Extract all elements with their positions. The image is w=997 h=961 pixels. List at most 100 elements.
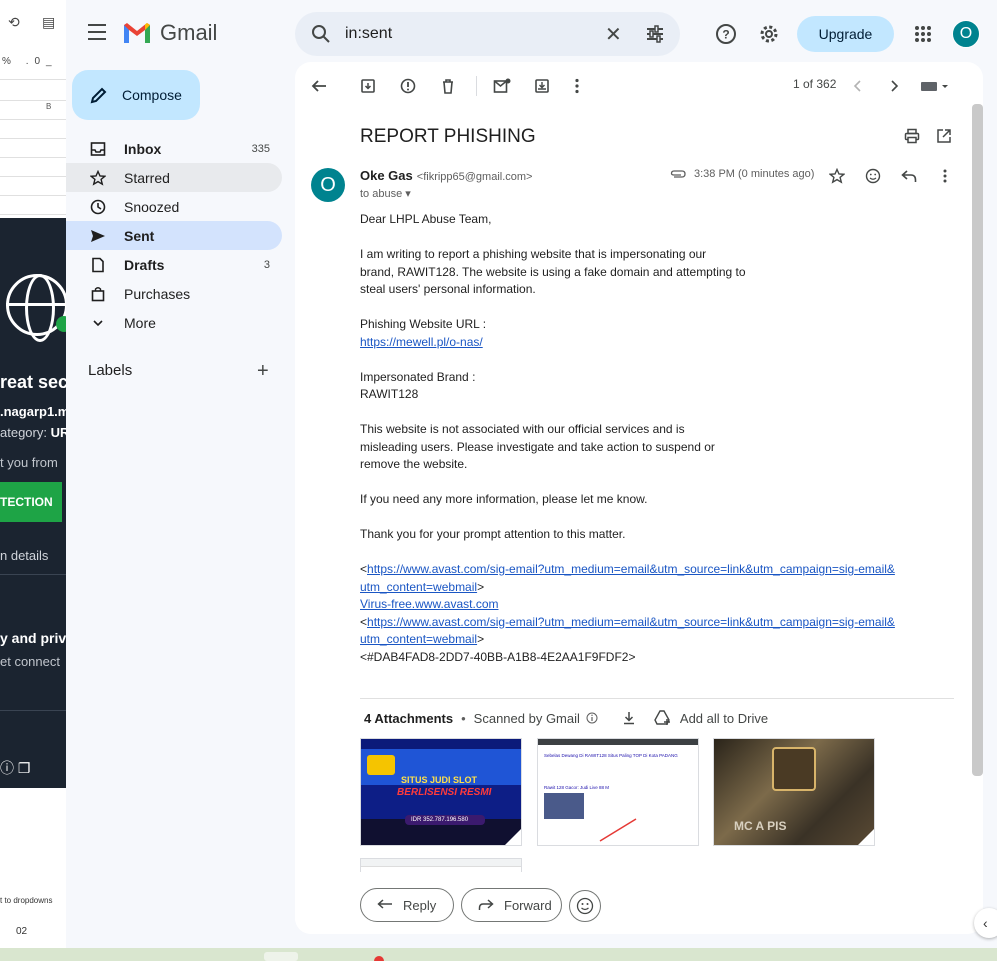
gmail-wordmark: Gmail	[160, 20, 218, 45]
avast-text: t you from	[0, 455, 58, 470]
reply-button[interactable]: Reply	[360, 888, 454, 922]
avast-protection-button[interactable]: TECTION	[0, 482, 62, 522]
scrollbar-thumb[interactable]	[972, 104, 983, 776]
more-vert-icon[interactable]	[935, 166, 955, 186]
sender-name[interactable]: Oke Gas	[360, 168, 413, 183]
sidebar-item-more[interactable]: More	[66, 308, 282, 337]
sidebar-item-sent[interactable]: Sent	[66, 221, 282, 250]
signature-line: <https://www.avast.com/sig-email?utm_med…	[360, 614, 920, 632]
forward-button[interactable]: Forward	[461, 888, 562, 922]
sidebar-item-label: Starred	[124, 169, 170, 186]
body-paragraph: If you need any more information, please…	[360, 492, 648, 506]
sidebar-item-snoozed[interactable]: Snoozed	[66, 192, 282, 221]
zoom-select[interactable]: 02	[16, 926, 27, 937]
delete-trash-icon[interactable]	[438, 76, 458, 96]
phishing-url-link[interactable]: https://mewell.pl/o-nas/	[360, 335, 483, 349]
attachment-thumbnail[interactable]: Sebelas Dewang Di RAWIT128 Situs Paling …	[537, 738, 699, 846]
emoji-reaction-button[interactable]	[569, 890, 601, 922]
inbox-icon	[90, 141, 106, 157]
archive-icon[interactable]	[358, 76, 378, 96]
report-spam-icon[interactable]	[398, 76, 418, 96]
thumb-link: Rawit 128 Gacor: Judi Live 88 M	[544, 785, 610, 790]
bag-icon	[90, 286, 106, 302]
main-menu-icon[interactable]	[88, 24, 106, 42]
avast-signature-link-cont[interactable]: utm_content=webmail	[360, 580, 477, 594]
recipient-line[interactable]: to abuse ▾	[360, 187, 411, 200]
add-to-drive-icon[interactable]	[654, 710, 672, 726]
sender-avatar[interactable]: O	[311, 168, 345, 202]
url-label: Phishing Website URL :	[360, 317, 487, 331]
search-icon[interactable]	[311, 24, 331, 44]
sidebar-item-purchases[interactable]: Purchases	[66, 279, 282, 308]
avast-details-link[interactable]: n details	[0, 548, 48, 563]
gmail-logo[interactable]: Gmail	[122, 20, 217, 46]
sidebar-nav: Inbox 335 Starred Snoozed Sent Drafts 3 …	[66, 134, 282, 337]
thumb-banner: SITUS JUDI SLOT	[401, 775, 478, 785]
search-input[interactable]	[345, 22, 585, 46]
avast-footer-icons: ⓘ ❐	[0, 760, 31, 776]
move-to-icon[interactable]	[532, 76, 552, 96]
add-label-icon[interactable]: +	[257, 360, 269, 383]
search-options-icon[interactable]	[645, 24, 665, 44]
attachment-clip-icon	[670, 170, 686, 178]
dropdowns-hint: t to dropdowns	[0, 896, 53, 905]
send-icon	[90, 228, 106, 244]
thumb-browser-bar	[538, 739, 698, 745]
taskbar-app-icon[interactable]	[374, 956, 384, 961]
reply-icon[interactable]	[899, 166, 919, 186]
help-icon[interactable]: ?	[714, 22, 738, 46]
sidebar-item-inbox[interactable]: Inbox 335	[66, 134, 282, 163]
spreadsheet-footer: t to dropdowns 02	[0, 890, 66, 940]
thumb-frame	[772, 747, 816, 791]
info-icon[interactable]	[586, 712, 598, 724]
bracket-open: <	[360, 562, 368, 576]
newer-chevron-icon[interactable]	[848, 76, 868, 96]
email-body: Dear LHPL Abuse Team, I am writing to re…	[360, 211, 920, 666]
star-icon[interactable]	[827, 166, 847, 186]
settings-gear-icon[interactable]	[757, 22, 781, 46]
page-fold	[857, 828, 874, 845]
reply-label: Reply	[403, 897, 437, 913]
status-dot	[56, 316, 66, 332]
download-all-icon[interactable]	[622, 711, 636, 725]
avast-category: ategory: UR	[0, 425, 66, 440]
sidebar-item-drafts[interactable]: Drafts 3	[66, 250, 282, 279]
mark-unread-icon[interactable]	[492, 76, 512, 96]
account-avatar[interactable]: O	[952, 20, 980, 48]
more-vert-icon[interactable]	[567, 76, 587, 96]
divider	[0, 574, 66, 575]
sidebar-item-starred[interactable]: Starred	[66, 163, 282, 192]
attachment-thumbnail[interactable]: MC A PIS	[713, 738, 875, 846]
brand-value: RAWIT128	[360, 387, 419, 401]
avast-signature-link[interactable]: https://www.avast.com/sig-email?utm_medi…	[367, 562, 895, 576]
print-icon[interactable]	[902, 126, 922, 146]
compose-button[interactable]: Compose	[72, 70, 200, 120]
keyboard-input-icon[interactable]	[919, 76, 951, 96]
divider	[0, 710, 66, 711]
older-chevron-icon[interactable]	[884, 76, 904, 96]
body-paragraph: Thank you for your prompt attention to t…	[360, 527, 626, 541]
open-new-window-icon[interactable]	[934, 126, 954, 146]
caret-down-icon[interactable]: ▾	[405, 188, 411, 200]
sidebar-item-label: Drafts	[124, 256, 165, 273]
virus-free-link[interactable]: Virus-free.www.avast.com	[360, 597, 499, 611]
scanned-by-gmail: Scanned by Gmail	[473, 710, 580, 726]
add-all-to-drive[interactable]: Add all to Drive	[680, 711, 768, 726]
clear-search-icon[interactable]: ✕	[605, 22, 622, 47]
star-icon	[90, 169, 106, 186]
search-bar[interactable]: ✕	[295, 12, 680, 56]
drafts-count: 3	[263, 258, 270, 271]
signature-line: <https://www.avast.com/sig-email?utm_med…	[360, 561, 920, 579]
upgrade-button[interactable]: Upgrade	[797, 16, 894, 52]
percent-format: %	[2, 56, 17, 67]
avast-signature-link[interactable]: https://www.avast.com/sig-email?utm_medi…	[367, 615, 895, 629]
taskbar-item[interactable]	[264, 952, 298, 961]
avast-signature-link-cont[interactable]: utm_content=webmail	[360, 632, 477, 646]
attachments-header: 4 Attachments • Scanned by Gmail Add all…	[364, 710, 768, 726]
emoji-reaction-icon[interactable]	[863, 166, 883, 186]
apps-grid-icon[interactable]	[911, 22, 935, 46]
back-arrow-icon[interactable]	[309, 76, 329, 96]
attachment-thumbnail[interactable]: SITUS JUDI SLOT BERLISENSI RESMI IDR 352…	[360, 738, 522, 846]
side-panel-toggle-icon[interactable]: ‹	[974, 908, 997, 938]
thumb-subtitle: BERLISENSI RESMI	[397, 787, 492, 798]
